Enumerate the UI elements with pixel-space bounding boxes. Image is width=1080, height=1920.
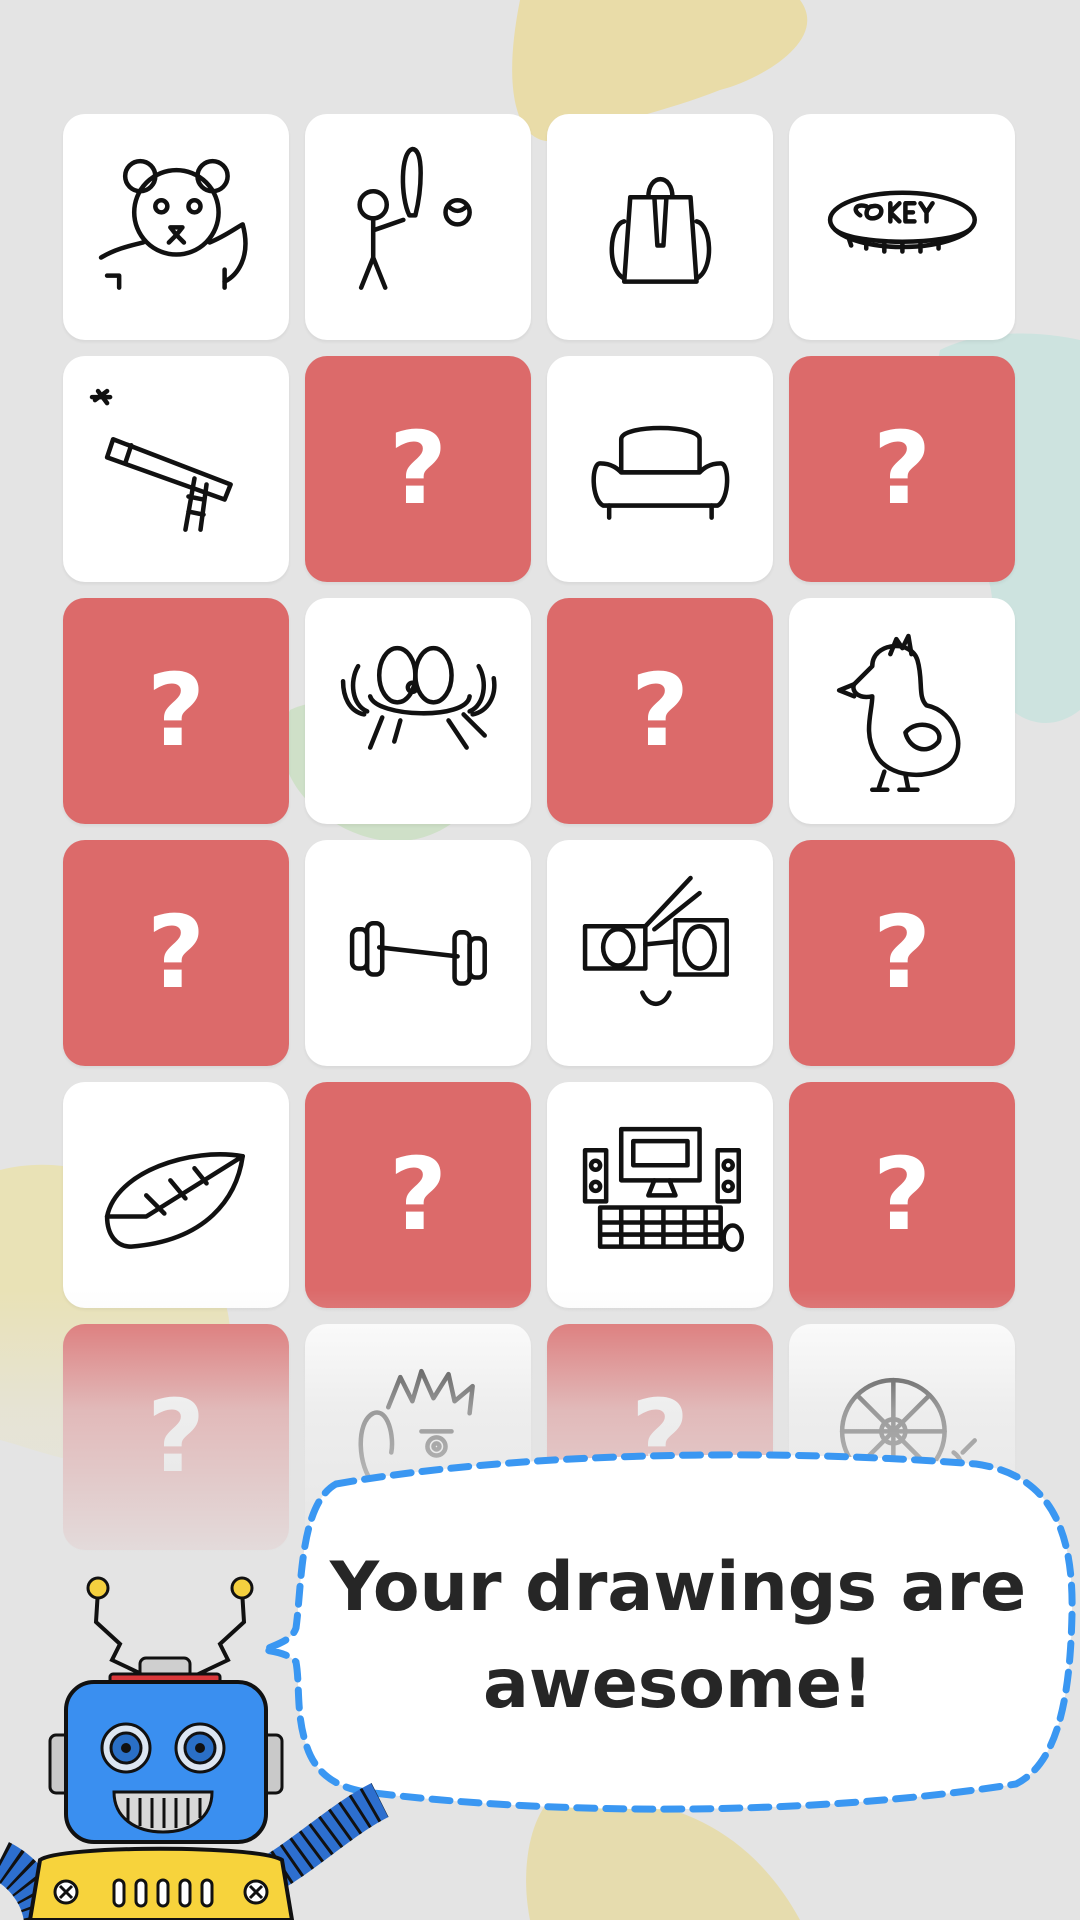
crab-drawing-icon	[340, 645, 497, 750]
couch-drawing-icon	[591, 425, 729, 520]
hidden-card[interactable]: ?	[63, 840, 289, 1066]
revealed-card[interactable]	[789, 598, 1015, 824]
question-mark-label: ?	[630, 652, 689, 769]
question-mark-label: ?	[872, 410, 931, 527]
revealed-card[interactable]	[63, 1082, 289, 1308]
hidden-card[interactable]: ?	[789, 840, 1015, 1066]
baseball-player-drawing-icon	[356, 146, 472, 290]
revealed-card[interactable]	[547, 1082, 773, 1308]
question-mark-label: ?	[388, 410, 447, 527]
telescope-drawing-icon	[89, 388, 233, 532]
revealed-card[interactable]	[305, 840, 531, 1066]
question-mark-label: ?	[146, 894, 205, 1011]
question-mark-label: ?	[146, 652, 205, 769]
eyeglasses-drawing-icon	[582, 875, 729, 1006]
backpack-drawing-icon	[609, 176, 711, 284]
robot-mascot-icon	[0, 1576, 389, 1920]
revealed-card[interactable]	[305, 114, 531, 340]
chicken-drawing-icon	[836, 633, 960, 792]
revealed-card[interactable]	[547, 356, 773, 582]
hidden-card[interactable]: ?	[305, 1082, 531, 1308]
coke-can-drawing-icon	[827, 190, 977, 254]
bear-drawing-icon	[98, 158, 248, 290]
revealed-card[interactable]	[305, 598, 531, 824]
question-mark-label: ?	[872, 1136, 931, 1253]
dumbbell-drawing-icon	[349, 920, 487, 986]
hidden-card[interactable]: ?	[547, 598, 773, 824]
revealed-card[interactable]	[63, 114, 289, 340]
question-mark-label: ?	[872, 894, 931, 1011]
computer-drawing-icon	[582, 1126, 744, 1252]
revealed-card[interactable]	[63, 356, 289, 582]
revealed-card[interactable]	[547, 114, 773, 340]
leaf-drawing-icon	[104, 1151, 245, 1249]
revealed-card[interactable]	[547, 840, 773, 1066]
hidden-card[interactable]: ?	[789, 356, 1015, 582]
revealed-card[interactable]	[789, 114, 1015, 340]
question-mark-label: ?	[388, 1136, 447, 1253]
hidden-card[interactable]: ?	[63, 598, 289, 824]
hidden-card[interactable]: ?	[789, 1082, 1015, 1308]
hidden-card[interactable]: ?	[305, 356, 531, 582]
